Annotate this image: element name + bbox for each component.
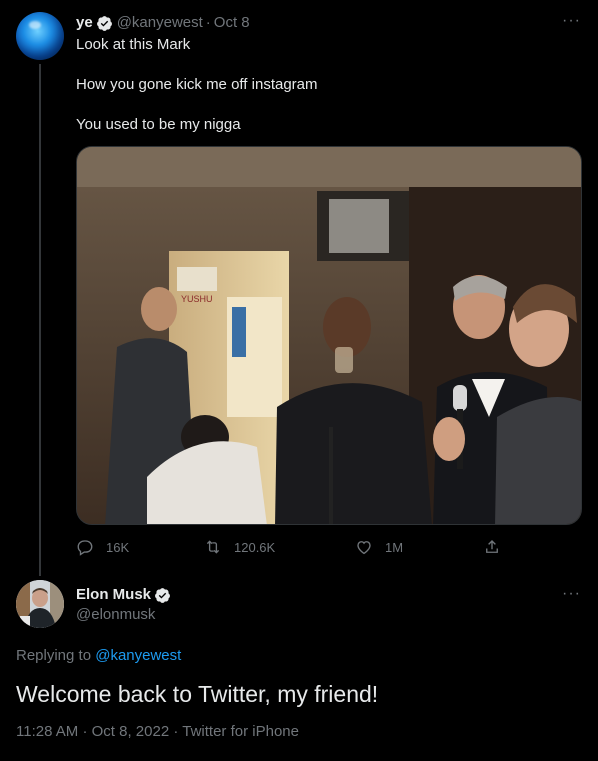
- reply-text: Welcome back to Twitter, my friend!: [16, 681, 379, 707]
- reply-author-handle[interactable]: @elonmusk: [76, 605, 155, 625]
- author-name[interactable]: ye: [76, 13, 93, 33]
- replying-to-line: Replying to @kanyewest: [16, 646, 181, 666]
- reply-count: 16K: [106, 539, 130, 555]
- tweet-line: Look at this Mark: [76, 36, 191, 53]
- reply-action[interactable]: 16K: [76, 538, 129, 556]
- avatar-ye[interactable]: [16, 12, 64, 60]
- photo-sign-text: YUSHU: [181, 294, 213, 304]
- like-icon: [357, 541, 371, 555]
- reply-author-name-row: Elon Musk: [76, 585, 175, 605]
- separator-dot: ·: [82, 723, 88, 740]
- reply-meta: 11:28 AM · Oct 8, 2022 · Twitter for iPh…: [16, 722, 299, 742]
- replying-mention-link[interactable]: @kanyewest: [95, 647, 181, 664]
- separator-dot: ·: [173, 723, 179, 740]
- reply-source[interactable]: Twitter for iPhone: [182, 723, 299, 740]
- retweet-count: 120.6K: [234, 539, 276, 555]
- author-handle[interactable]: @kanyewest: [117, 13, 203, 33]
- reply-date[interactable]: Oct 8, 2022: [92, 723, 170, 740]
- avatar-elon-illustration: [16, 580, 64, 628]
- replying-prefix: Replying to: [16, 647, 92, 664]
- photo-illustration: [77, 147, 581, 524]
- retweet-icon: [206, 540, 220, 554]
- thread-line: [39, 64, 41, 576]
- parent-tweet-header: ye @kanyewest · Oct 8: [76, 13, 250, 33]
- verified-badge-icon: [96, 15, 112, 31]
- more-icon[interactable]: ···: [562, 13, 580, 34]
- tweet-photo[interactable]: YUSHU: [76, 146, 582, 525]
- tweet-line: You used to be my nigga: [76, 116, 241, 133]
- tweet-date[interactable]: Oct 8: [214, 13, 250, 33]
- avatar-elon[interactable]: [16, 580, 64, 628]
- like-count: 1M: [385, 539, 404, 555]
- like-action[interactable]: 1M: [355, 538, 403, 556]
- reply-author-name[interactable]: Elon Musk: [76, 585, 151, 605]
- separator-dot: ·: [205, 14, 211, 31]
- verified-badge-icon: [155, 587, 170, 603]
- reply-time[interactable]: 11:28 AM: [16, 723, 78, 740]
- share-icon: [486, 540, 498, 553]
- tweet-action-bar: 16K 120.6K 1M: [76, 538, 506, 558]
- more-icon[interactable]: ···: [562, 586, 580, 607]
- reply-icon: [77, 540, 93, 556]
- tweet-line: How you gone kick me off instagram: [76, 76, 318, 93]
- retweet-action[interactable]: 120.6K: [204, 538, 275, 556]
- share-action[interactable]: [483, 538, 513, 556]
